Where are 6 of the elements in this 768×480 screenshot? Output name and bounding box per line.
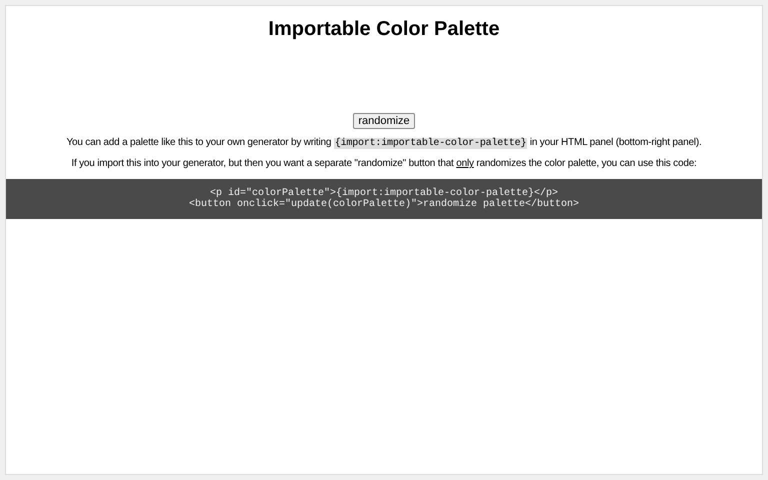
randomize-button[interactable]: randomize bbox=[353, 113, 415, 129]
instruction-text: You can add a palette like this to your own generator by writing {import:importable-color-palette} in your HTML panel (bottom-right panel). bbox=[66, 137, 702, 149]
code-line: <button onclick="update(colorPalette)">randomize palette</button> bbox=[188, 199, 580, 210]
page-title: Importable Color Palette bbox=[268, 18, 500, 41]
instruction-text: If you import this into your generator, but then you want a separate "randomize" button that only randomizes the color palette, you can use this code: bbox=[71, 158, 697, 169]
code-line: <p id="colorPalette">{import:importable-color-palette}</p> bbox=[210, 188, 558, 199]
